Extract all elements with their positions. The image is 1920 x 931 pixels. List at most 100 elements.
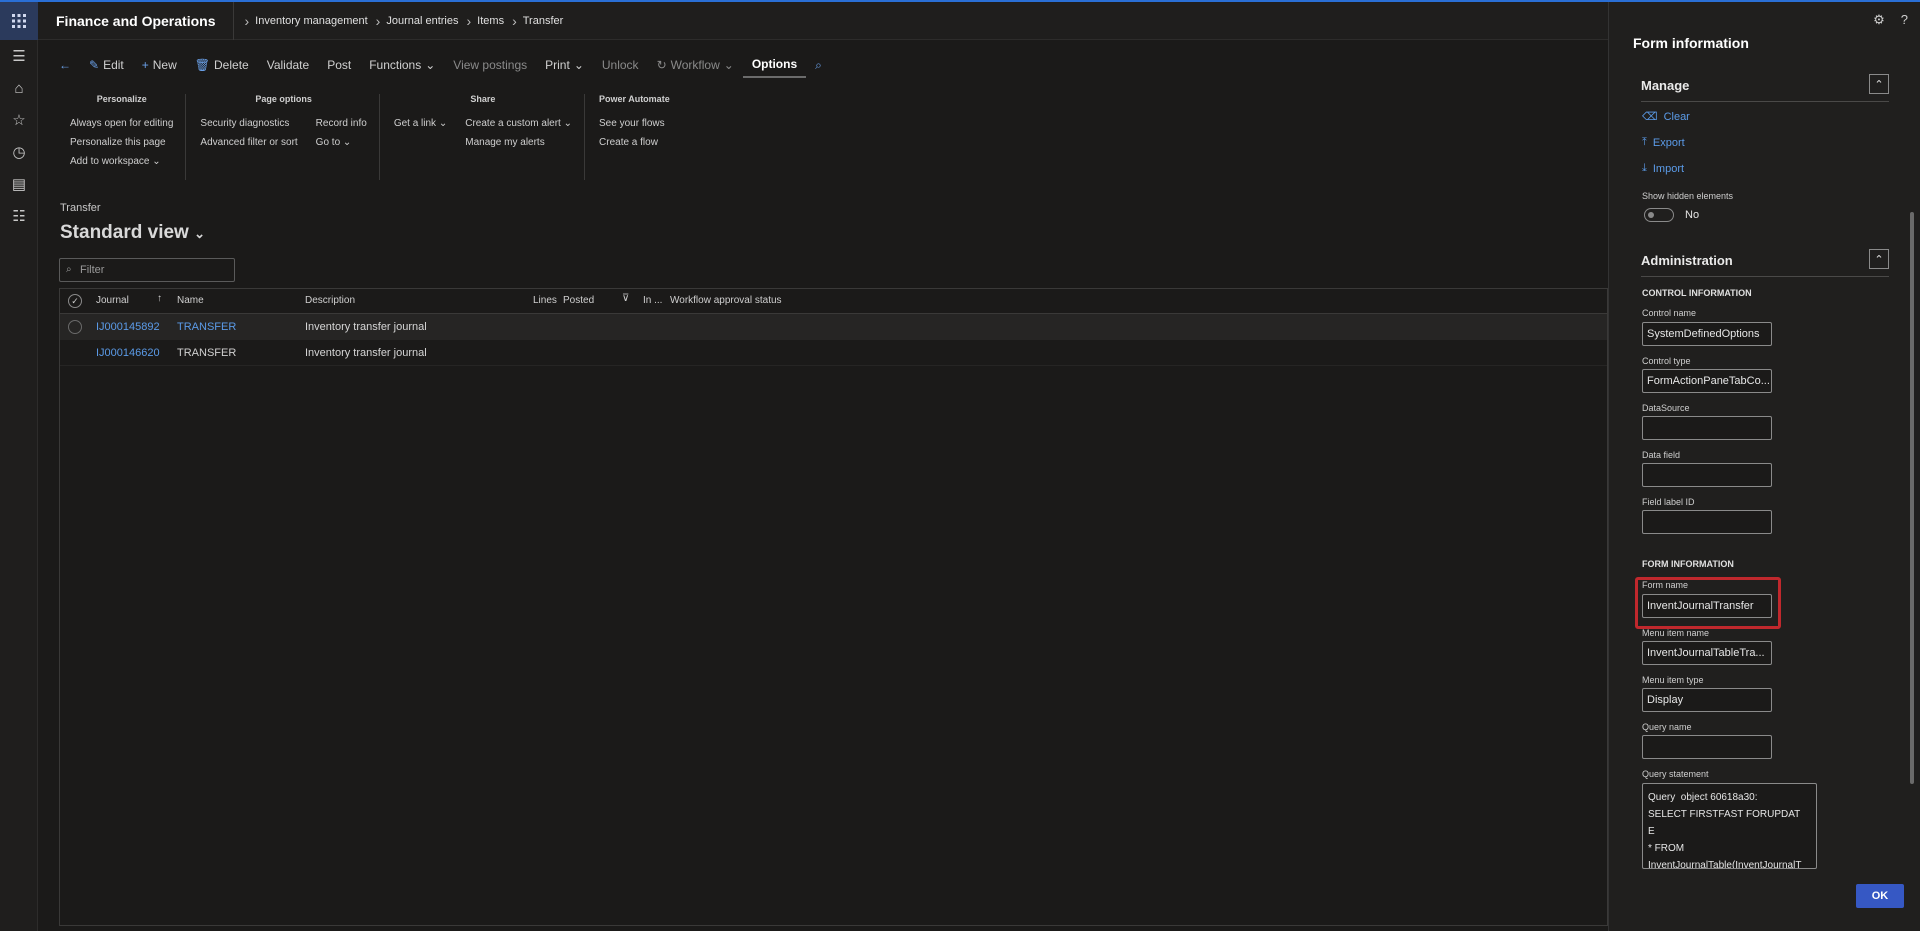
col-posted[interactable]: Posted — [563, 295, 594, 306]
journal-grid: ✓ Journal ↑ Name Description Lines Poste… — [59, 288, 1608, 926]
breadcrumb-item[interactable]: Journal entries — [386, 15, 458, 27]
options-ribbon: Personalize Always open for editing Pers… — [56, 94, 682, 180]
name-cell[interactable]: TRANSFER — [177, 347, 236, 359]
ok-button[interactable]: OK — [1856, 884, 1904, 908]
delete-button[interactable]: 🗑 Delete — [186, 52, 258, 78]
breadcrumb-item[interactable]: Items — [477, 15, 504, 27]
table-row[interactable]: IJ000146620 TRANSFER Inventory transfer … — [60, 340, 1607, 366]
pane-title: Form information — [1633, 35, 1749, 51]
control-type-field[interactable]: FormActionPaneTabCo... — [1642, 369, 1772, 393]
data-field-field[interactable] — [1642, 463, 1772, 487]
help-icon[interactable]: ? — [1901, 12, 1908, 28]
pane-scrollbar[interactable] — [1910, 212, 1914, 784]
get-link-menu[interactable]: Get a link ⌄ — [394, 114, 447, 133]
go-to-label: Go to — [315, 137, 341, 148]
col-description[interactable]: Description — [305, 295, 355, 306]
new-button[interactable]: + New — [133, 52, 186, 78]
name-cell[interactable]: TRANSFER — [177, 321, 236, 333]
ribbon-group-share: Share Get a link ⌄ Create a custom alert… — [380, 94, 586, 180]
workspace-icon[interactable]: ▤ — [0, 168, 38, 200]
go-to-menu[interactable]: Go to ⌄ — [316, 133, 367, 152]
chevron-up-icon[interactable]: ⌃ — [1869, 74, 1889, 94]
query-name-field[interactable] — [1642, 735, 1772, 759]
col-in[interactable]: In ... — [643, 295, 662, 306]
datasource-field[interactable] — [1642, 416, 1772, 440]
col-journal[interactable]: Journal — [96, 295, 129, 306]
personalize-page-button[interactable]: Personalize this page — [70, 133, 173, 152]
breadcrumb-item[interactable]: Inventory management — [255, 15, 368, 27]
control-type-label: Control type — [1642, 356, 1691, 366]
functions-menu[interactable]: Functions ⌄ — [360, 52, 444, 78]
col-workflow-status[interactable]: Workflow approval status — [670, 295, 782, 306]
journal-link[interactable]: IJ000145892 — [96, 321, 160, 333]
pencil-icon: ✎ — [89, 58, 100, 72]
delete-label: Delete — [214, 58, 249, 72]
see-flows-button[interactable]: See your flows — [599, 114, 670, 133]
chevron-down-icon: ⌄ — [194, 226, 206, 241]
security-diagnostics-button[interactable]: Security diagnostics — [200, 114, 297, 133]
page-label: Transfer — [60, 202, 101, 214]
always-open-editing-button[interactable]: Always open for editing — [70, 114, 173, 133]
view-title: Standard view — [60, 222, 189, 243]
sort-ascending-icon[interactable]: ↑ — [157, 293, 162, 304]
form-name-field[interactable]: InventJournalTransfer — [1642, 594, 1772, 618]
add-to-workspace-menu[interactable]: Add to workspace ⌄ — [70, 152, 173, 171]
record-info-button[interactable]: Record info — [316, 114, 367, 133]
chevron-right-icon: › — [512, 12, 517, 29]
home-icon[interactable]: ⌂ — [0, 72, 38, 104]
ribbon-group-personalize: Personalize Always open for editing Pers… — [56, 94, 187, 180]
unlock-button[interactable]: Unlock — [593, 52, 648, 78]
app-title[interactable]: Finance and Operations — [38, 1, 235, 40]
select-all-checkbox[interactable]: ✓ — [68, 294, 82, 308]
row-select-radio[interactable] — [68, 320, 82, 334]
advanced-filter-button[interactable]: Advanced filter or sort — [200, 133, 297, 152]
col-lines[interactable]: Lines — [533, 295, 557, 306]
grid-header: ✓ Journal ↑ Name Description Lines Poste… — [60, 289, 1607, 314]
search-button[interactable]: ⌕ — [806, 52, 831, 78]
clear-link[interactable]: ⌫ Clear — [1642, 110, 1690, 124]
breadcrumb-item[interactable]: Transfer — [523, 15, 564, 27]
view-selector[interactable]: Standard view ⌄ — [60, 222, 205, 244]
manage-alerts-button[interactable]: Manage my alerts — [465, 133, 572, 152]
show-hidden-toggle[interactable] — [1644, 208, 1674, 222]
hamburger-icon[interactable]: ☰ — [0, 40, 38, 72]
create-alert-menu[interactable]: Create a custom alert ⌄ — [465, 114, 572, 133]
import-link[interactable]: ⤓ Import — [1642, 162, 1684, 175]
clock-icon[interactable]: ◷ — [0, 136, 38, 168]
settings-icon[interactable]: ⚙ — [1873, 12, 1885, 28]
datasource-label: DataSource — [1642, 403, 1690, 413]
chevron-up-icon[interactable]: ⌃ — [1869, 249, 1889, 269]
filter-placeholder: Filter — [80, 264, 105, 276]
ribbon-group-title: Personalize — [96, 94, 147, 104]
filter-input[interactable]: ⌕ Filter — [59, 258, 235, 282]
post-button[interactable]: Post — [318, 52, 360, 78]
chevron-right-icon: › — [244, 12, 250, 29]
menu-item-type-field[interactable]: Display — [1642, 688, 1772, 712]
list-icon[interactable]: ☷ — [0, 200, 38, 232]
menu-item-name-field[interactable]: InventJournalTableTra... — [1642, 641, 1772, 665]
col-name[interactable]: Name — [177, 295, 204, 306]
field-label-id-field[interactable] — [1642, 510, 1772, 534]
back-button[interactable]: ← — [50, 52, 80, 78]
ribbon-group-power-automate: Power Automate See your flows Create a f… — [585, 94, 682, 180]
journal-link[interactable]: IJ000146620 — [96, 347, 160, 359]
table-row[interactable]: IJ000145892 TRANSFER Inventory transfer … — [60, 314, 1607, 340]
tab-options[interactable]: Options — [742, 52, 807, 78]
control-name-field[interactable]: SystemDefinedOptions — [1642, 322, 1772, 346]
waffle-icon[interactable] — [0, 2, 38, 40]
validate-button[interactable]: Validate — [258, 52, 318, 78]
administration-title: Administration — [1641, 253, 1733, 268]
edit-button[interactable]: ✎ Edit — [80, 52, 133, 78]
query-statement-field[interactable]: Query object 60618a30: SELECT FIRSTFAST … — [1642, 783, 1817, 869]
export-link[interactable]: ⤒ Export — [1642, 136, 1685, 149]
manage-section-header[interactable]: Manage ⌃ — [1641, 72, 1889, 102]
view-postings-button[interactable]: View postings — [444, 52, 536, 78]
star-icon[interactable]: ☆ — [0, 104, 38, 136]
administration-section-header[interactable]: Administration ⌃ — [1641, 247, 1889, 277]
create-flow-button[interactable]: Create a flow — [599, 133, 670, 152]
trash-icon: 🗑 — [194, 58, 211, 72]
workflow-menu[interactable]: ↻ Workflow ⌄ — [648, 52, 743, 78]
print-menu[interactable]: Print ⌄ — [536, 52, 593, 78]
filter-icon[interactable]: ⊽ — [622, 293, 629, 304]
query-statement-label: Query statement — [1642, 769, 1709, 779]
